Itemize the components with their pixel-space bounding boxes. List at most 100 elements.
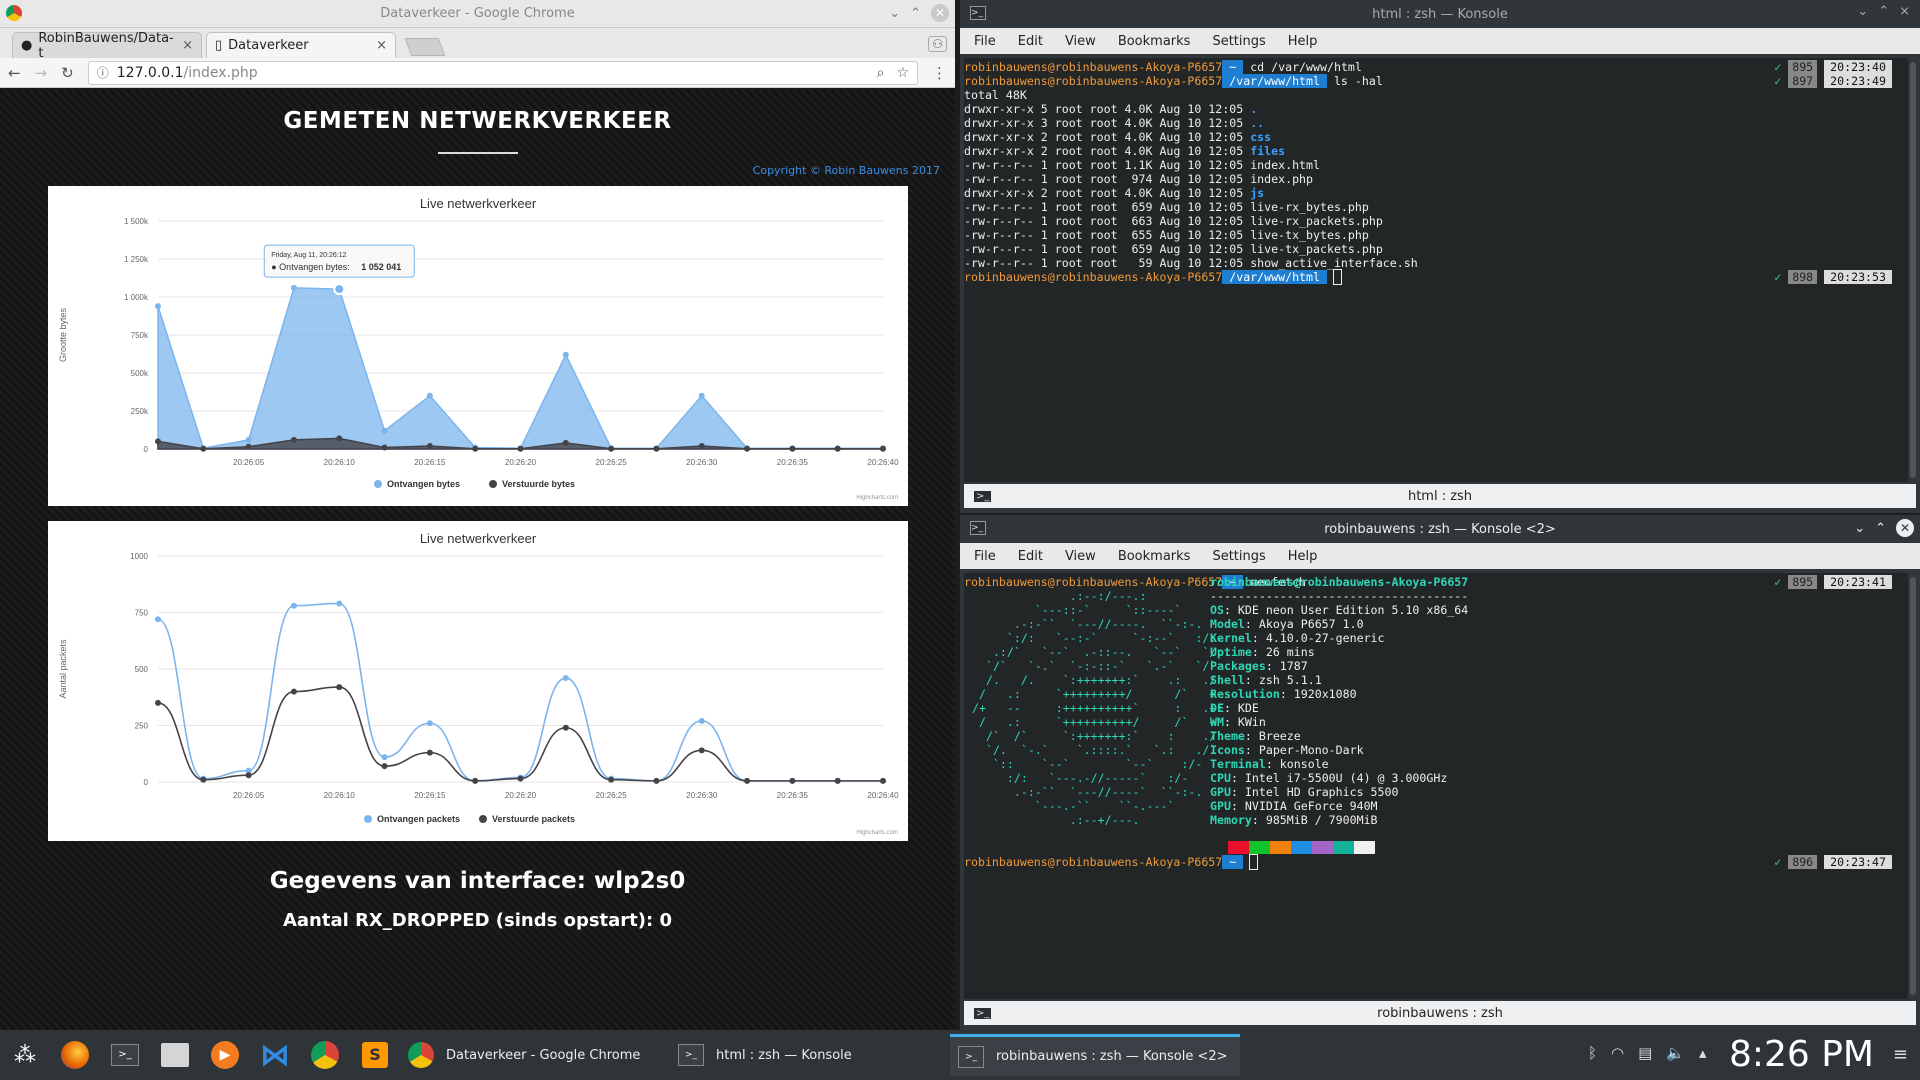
menu-bookmarks[interactable]: Bookmarks	[1118, 34, 1191, 49]
close-icon[interactable]: ✕	[931, 4, 949, 22]
menu-edit[interactable]: Edit	[1018, 34, 1043, 49]
profile-icon[interactable]: ⚇	[928, 36, 947, 52]
data-point	[336, 684, 343, 691]
neofetch-logo: .:--:/---.: `---::-` `::----` .-:-`` `--…	[972, 589, 1230, 827]
scrollbar[interactable]	[1910, 62, 1916, 478]
file-row: drwxr-xr-x 3 root root 4.0K Aug 10 12:05…	[964, 116, 1908, 130]
data-point	[698, 747, 705, 754]
menu-settings[interactable]: Settings	[1212, 34, 1265, 49]
konsole-titlebar[interactable]: >_ html : zsh — Konsole ⌄ ⌃ ⨯	[960, 0, 1920, 28]
firefox-icon[interactable]	[56, 1036, 94, 1074]
task-konsole-1[interactable]: >_ html : zsh — Konsole	[670, 1034, 950, 1076]
menu-settings[interactable]: Settings	[1212, 549, 1265, 564]
vscode-icon[interactable]: ⋈	[256, 1036, 294, 1074]
data-point	[381, 763, 388, 770]
maximize-icon[interactable]: ⌃	[1875, 521, 1886, 536]
menu-bookmarks[interactable]: Bookmarks	[1118, 549, 1191, 564]
copyright[interactable]: Copyright © Robin Bauwens 2017	[753, 164, 940, 177]
file-manager-icon[interactable]	[156, 1036, 194, 1074]
file-meta: -rw-r--r-- 1 root root 663 Aug 10 12:05	[964, 214, 1251, 228]
info-key: WM	[1210, 715, 1224, 729]
info-key: Model	[1210, 617, 1245, 631]
logo-line: `---::-` `::----`	[972, 603, 1182, 617]
clock[interactable]: 8:26 PM	[1729, 1034, 1874, 1075]
terminal-output[interactable]: robinbauwens@robinbauwens-Akoya-P6657 ~ …	[964, 573, 1908, 999]
prompt-line: robinbauwens@robinbauwens-Akoya-P6657 /v…	[964, 269, 1908, 285]
data-point	[245, 772, 252, 779]
file-row: -rw-r--r-- 1 root root 659 Aug 10 12:05 …	[964, 242, 1908, 256]
info-value: : KWin	[1223, 715, 1266, 729]
menu-icon[interactable]: ⋮	[932, 64, 947, 82]
tab-github[interactable]: ● RobinBauwens/Data-t ×	[12, 31, 202, 61]
info-row: Shell: zsh 5.1.1	[1210, 673, 1468, 687]
scrollbar[interactable]	[1910, 577, 1916, 995]
minimize-icon[interactable]: ⌄	[1857, 4, 1868, 19]
interface-heading: Gegevens van interface: wlp2s0	[269, 868, 686, 894]
terminal-tab[interactable]: >_ html : zsh	[964, 484, 1916, 508]
menu-view[interactable]: View	[1065, 549, 1096, 564]
task-konsole-2[interactable]: >_ robinbauwens : zsh — Konsole <2>	[950, 1034, 1240, 1076]
reload-icon[interactable]: ↻	[61, 64, 74, 82]
sublime-icon[interactable]: S	[356, 1036, 394, 1074]
terminal-icon: >_	[958, 1045, 984, 1068]
wifi-icon[interactable]: ◠	[1611, 1044, 1624, 1062]
x-tick-label: 20:26:35	[777, 458, 809, 467]
zoom-icon[interactable]: ⌕	[877, 65, 885, 81]
info-user: robinbauwens@robinbauwens-Akoya-P6657	[1210, 575, 1469, 589]
data-point	[653, 777, 660, 784]
menu-edit[interactable]: Edit	[1018, 549, 1043, 564]
tab-close-icon[interactable]: ×	[376, 38, 387, 53]
media-player-icon[interactable]: ▶	[206, 1036, 244, 1074]
chrome-app-icon[interactable]	[306, 1036, 344, 1074]
y-tick-label: 1 250k	[124, 255, 149, 264]
app-launcher-icon[interactable]: ⁂	[6, 1036, 44, 1074]
x-tick-label: 20:26:30	[686, 458, 718, 467]
forward-icon[interactable]: →	[35, 64, 48, 82]
bluetooth-icon[interactable]: ᛒ	[1588, 1044, 1597, 1062]
terminal-tab[interactable]: >_ robinbauwens : zsh	[964, 1001, 1916, 1025]
menu-help[interactable]: Help	[1288, 549, 1318, 564]
maximize-icon[interactable]: ⌃	[1878, 4, 1889, 19]
info-icon: ⓘ	[96, 66, 109, 80]
packets-chart: Live netwerkverkeer Aantal packets 0 250 500…	[48, 521, 990, 841]
terminal-icon[interactable]: >_	[106, 1036, 144, 1074]
menu-file[interactable]: File	[974, 34, 996, 49]
menu-file[interactable]: File	[974, 549, 996, 564]
volume-icon[interactable]: 🔈	[1666, 1044, 1685, 1062]
minimize-icon[interactable]: ⌄	[889, 6, 900, 21]
chrome-titlebar[interactable]: Dataverkeer - Google Chrome ⌄ ⌃ ✕	[0, 0, 955, 28]
minimize-icon[interactable]: ⌄	[1854, 521, 1865, 536]
packets-chart-svg: Live netwerkverkeer Aantal packets 0 250 500…	[58, 531, 990, 836]
task-chrome[interactable]: Dataverkeer - Google Chrome	[400, 1034, 670, 1076]
konsole-window-2: >_ robinbauwens : zsh — Konsole <2> ⌄ ⌃ …	[960, 515, 1920, 1030]
series-line	[157, 602, 883, 782]
close-icon[interactable]: ✕	[1896, 519, 1914, 537]
info-key: GPU	[1210, 785, 1231, 799]
tab-close-icon[interactable]: ×	[182, 38, 193, 53]
back-icon[interactable]: ←	[8, 64, 21, 82]
menu-help[interactable]: Help	[1288, 34, 1318, 49]
file-name: show_active_interface.sh	[1250, 256, 1418, 270]
tray-expand-icon[interactable]: ▴	[1699, 1044, 1707, 1062]
info-value: : NVIDIA GeForce 940M	[1230, 799, 1378, 813]
terminal-output[interactable]: robinbauwens@robinbauwens-Akoya-P6657 ~ …	[964, 58, 1908, 482]
maximize-icon[interactable]: ⌃	[910, 6, 921, 21]
dashboard-menu-icon[interactable]: ≡	[1893, 1044, 1908, 1065]
task-label: html : zsh — Konsole	[716, 1047, 852, 1063]
bookmark-star-icon[interactable]: ☆	[896, 65, 909, 81]
clipboard-icon[interactable]: ▤	[1638, 1044, 1652, 1062]
new-tab-button[interactable]	[404, 38, 446, 56]
info-value: : 1787	[1265, 659, 1308, 673]
info-row: Terminal: konsole	[1210, 757, 1468, 771]
close-icon[interactable]: ⨯	[1899, 4, 1910, 19]
prompt-status: ✓ 895 20:23:40	[1774, 60, 1892, 74]
menu-view[interactable]: View	[1065, 34, 1096, 49]
konsole-titlebar[interactable]: >_ robinbauwens : zsh — Konsole <2> ⌄ ⌃ …	[960, 515, 1920, 543]
chart-credit: Highcharts.com	[856, 495, 898, 501]
data-point	[608, 445, 615, 452]
url-path: /index.php	[183, 64, 258, 81]
info-value: : 26 mins	[1251, 645, 1315, 659]
address-bar[interactable]: ⓘ 127.0.0.1/index.php ⌕ ☆	[87, 60, 918, 85]
tab-dataverkeer[interactable]: ▯ Dataverkeer ×	[206, 32, 396, 58]
